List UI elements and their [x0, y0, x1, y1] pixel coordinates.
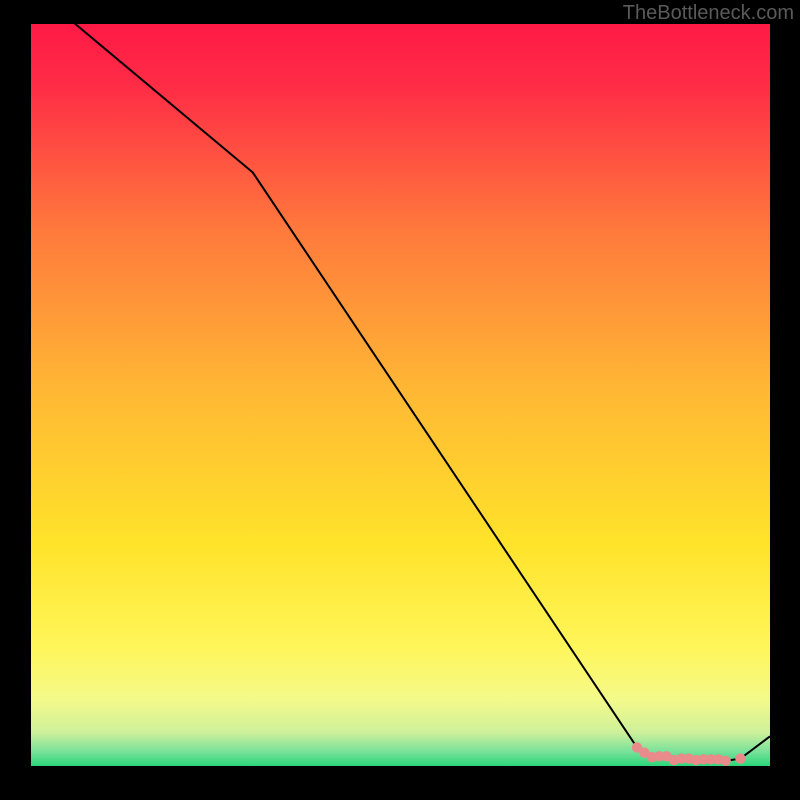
chart-marker — [720, 756, 730, 766]
chart-area — [31, 24, 770, 766]
watermark-text: TheBottleneck.com — [623, 2, 794, 25]
chart-svg — [31, 24, 770, 766]
chart-marker — [735, 753, 745, 763]
